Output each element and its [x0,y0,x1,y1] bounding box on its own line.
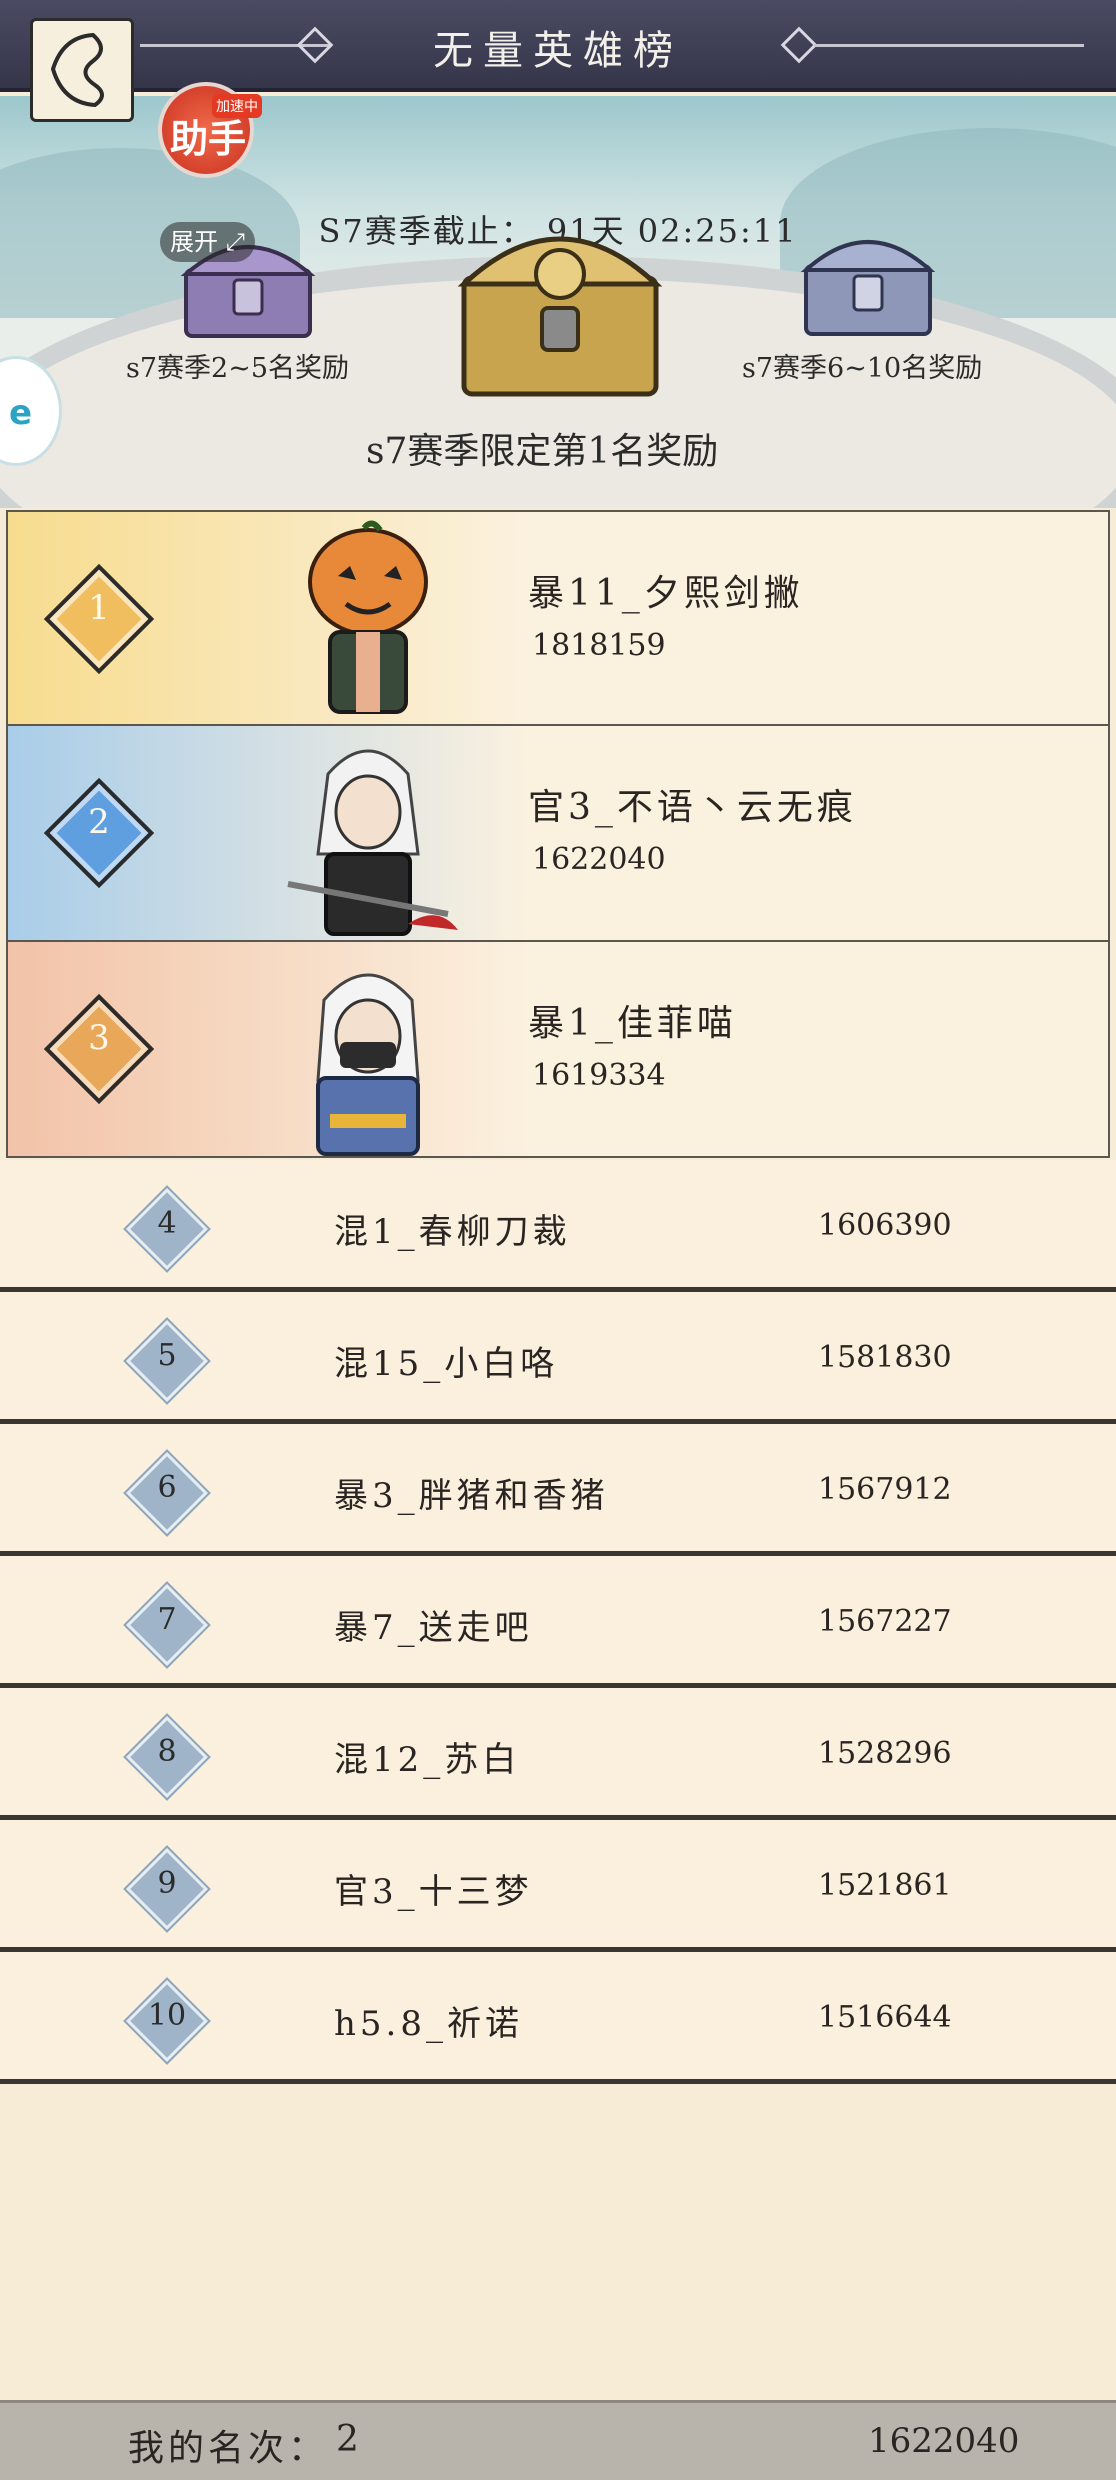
player-2-score: 1622040 [532,842,666,877]
side-tab-text: e [9,393,33,433]
player-score: 1581830 [818,1340,952,1375]
rank-row-8[interactable]: 8 混12_苏白 1528296 [0,1688,1116,1820]
my-rank-value: 2 [336,2419,359,2460]
player-1-name: 暴11_夕熙剑撇 [528,573,804,614]
expand-button[interactable]: 展开 ⤢ [160,222,255,262]
rank-number: 10 [147,1998,187,2033]
player-score: 1567227 [818,1604,952,1639]
top-row-3[interactable]: 3 暴1_佳菲喵 1619334 [6,942,1110,1158]
page-title: 无量英雄榜 [433,28,683,74]
player-score: 1606390 [818,1208,952,1243]
chest-rank-1-label: s7赛季限定第1名奖励 [366,431,719,472]
rank-row-5[interactable]: 5 混15_小白咯 1581830 [0,1292,1116,1424]
player-name: 暴7_送走吧 [334,1608,533,1648]
top-row-1[interactable]: 1 暴11_夕熙剑撇 1818159 [6,510,1110,726]
rank-1-number: 1 [88,588,110,628]
chest-rank-2-5-label: s7赛季2~5名奖励 [126,353,350,384]
my-score-value: 1622040 [868,2421,1020,2461]
back-arrow-icon [50,32,104,108]
rank-2-number: 2 [88,802,110,842]
rank-row-10[interactable]: 10 h5.8_祈诺 1516644 [0,1952,1116,2084]
speed-badge-tag: 加速中 [212,94,262,118]
rank-row-4[interactable]: 4 混1_春柳刀裁 1606390 [0,1160,1116,1292]
back-button[interactable] [30,18,134,122]
expand-label: 展开 [170,228,218,256]
player-3-score: 1619334 [532,1058,666,1093]
rank-row-7[interactable]: 7 暴7_送走吧 1567227 [0,1556,1116,1688]
rank-number: 8 [157,1734,177,1769]
chest-rank-6-10-label: s7赛季6~10名奖励 [742,353,983,384]
chest-rank-1-icon[interactable] [450,204,670,404]
top-row-2[interactable]: 2 官3_不语丶云无痕 1622040 [6,726,1110,942]
rank-number: 4 [157,1206,177,1241]
chest-rank-6-10-icon[interactable] [798,218,938,342]
player-name: 暴3_胖猪和香猪 [334,1476,609,1516]
top-three-list: 1 暴11_夕熙剑撇 1818159 2 官3_不语丶云无痕 1622040 3 [6,510,1110,1158]
rank-number: 5 [157,1338,177,1373]
title-ornament-right [814,44,1084,47]
player-1-score: 1818159 [532,628,666,663]
player-3-avatar[interactable] [268,950,468,1156]
player-name: 混12_苏白 [334,1740,521,1780]
rank-number: 7 [157,1602,177,1637]
player-3-name: 暴1_佳菲喵 [528,1003,737,1044]
player-1-avatar[interactable] [268,520,468,726]
player-name: 混1_春柳刀裁 [334,1212,571,1252]
player-score: 1516644 [818,2000,952,2035]
player-2-name: 官3_不语丶云无痕 [528,787,857,828]
rank-number: 9 [157,1866,177,1901]
player-score: 1521861 [818,1868,952,1903]
rank-number: 6 [157,1470,177,1505]
player-name: 混15_小白咯 [334,1344,559,1384]
title-bar: 无量英雄榜 [0,0,1116,92]
my-rank-label: 我的名次： [128,2428,329,2469]
player-score: 1528296 [818,1736,952,1771]
ranking-list: 4 混1_春柳刀裁 1606390 5 混15_小白咯 1581830 6 暴3… [0,1160,1116,2084]
player-name: h5.8_祈诺 [334,2004,523,2044]
assistant-speed-badge[interactable]: 助手 加速中 [158,82,262,178]
player-name: 官3_十三梦 [334,1872,533,1912]
rank-row-9[interactable]: 9 官3_十三梦 1521861 [0,1820,1116,1952]
rank-3-number: 3 [88,1018,110,1058]
my-rank-bar: 我的名次： 2 1622040 [0,2400,1116,2480]
player-2-avatar[interactable] [268,734,468,940]
player-score: 1567912 [818,1472,952,1507]
rank-row-6[interactable]: 6 暴3_胖猪和香猪 1567912 [0,1424,1116,1556]
expand-icon: ⤢ [225,228,245,256]
